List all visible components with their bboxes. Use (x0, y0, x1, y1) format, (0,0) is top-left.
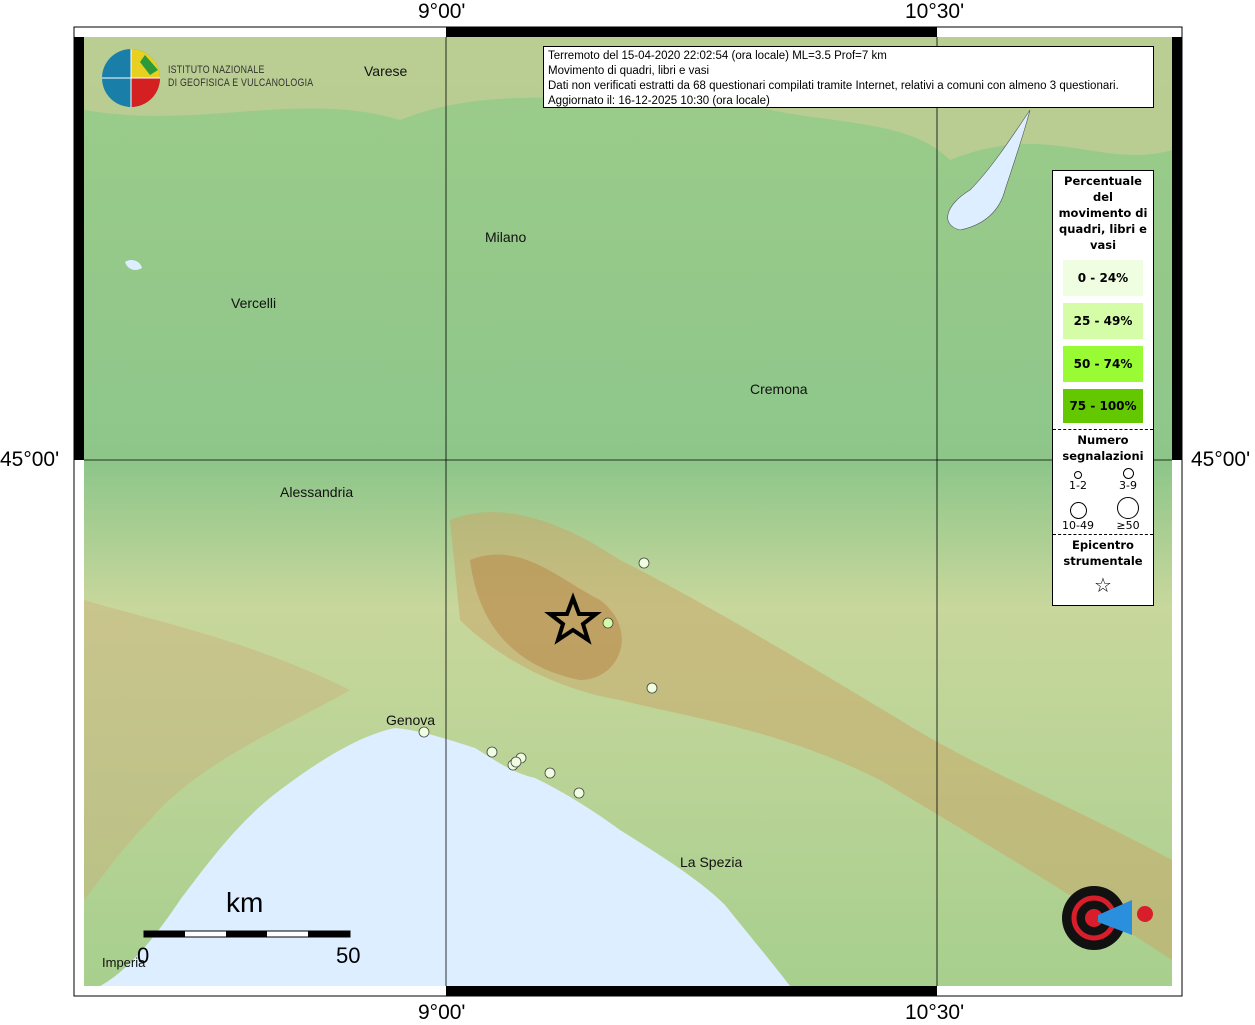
circle-size-icon (1122, 468, 1134, 479)
lat-tick-right: 45°00' (1191, 448, 1251, 471)
event-info-box: Terremoto del 15-04-2020 22:02:54 (ora l… (543, 46, 1154, 108)
epicenter-legend-title: Epicentro strumentale (1063, 538, 1143, 568)
observation-point (510, 756, 522, 768)
scale-bar (143, 930, 351, 938)
scale-unit: km (226, 887, 264, 918)
city-label: Alessandria (280, 484, 354, 500)
legend-class-3: 75 - 100% (1063, 389, 1143, 423)
observation-point (602, 617, 614, 629)
observation-point (544, 767, 556, 779)
update-time: Aggiornato il: 16-12-2025 10:30 (ora loc… (548, 95, 770, 107)
ingv-logo (102, 49, 160, 107)
count-legend: 1-2 3-9 10-49 ≥50 (1053, 464, 1153, 532)
lon-tick-bottom-2: 10°30' (905, 1001, 965, 1024)
count-legend-title: Numero segnalazioni (1062, 433, 1144, 463)
city-label: Varese (364, 63, 408, 79)
circle-size-icon (1074, 471, 1082, 479)
data-note: Dati non verificati estratti da 68 quest… (548, 80, 1119, 92)
legend-class-1: 25 - 49% (1063, 303, 1143, 339)
observation-point (646, 682, 658, 694)
scale-start: 0 (137, 943, 150, 968)
observation-point (573, 787, 585, 799)
city-label: Cremona (750, 381, 808, 397)
star-icon: ☆ (1094, 573, 1112, 597)
legend-class-0: 0 - 24% (1063, 260, 1143, 296)
lon-tick-top-2: 10°30' (905, 0, 965, 23)
ingv-name: ISTITUTO NAZIONALE DI GEOFISICA E VULCANO… (168, 64, 314, 89)
observation-point (486, 746, 498, 758)
event-title: Terremoto del 15-04-2020 22:02:54 (ora l… (548, 50, 887, 62)
city-label: Vercelli (231, 295, 277, 311)
legend-class-2: 50 - 74% (1063, 346, 1143, 382)
legend: Percentuale del movimento di quadri, lib… (1052, 170, 1154, 606)
legend-title: Percentuale del movimento di quadri, lib… (1058, 174, 1148, 252)
lon-tick-bottom-1: 9°00' (418, 1001, 466, 1024)
circle-size-icon (1117, 497, 1139, 519)
observation-point (418, 726, 430, 738)
map-subject: Movimento di quadri, libri e vasi (548, 65, 710, 77)
city-label: La Spezia (680, 854, 743, 870)
lat-tick-left: 45°00' (0, 448, 60, 471)
scale-end: 50 (336, 943, 361, 968)
city-label: Milano (485, 229, 527, 245)
observation-point (638, 557, 650, 569)
circle-size-icon (1069, 502, 1087, 519)
city-label: Genova (386, 712, 436, 728)
lon-tick-top-1: 9°00' (418, 0, 466, 23)
